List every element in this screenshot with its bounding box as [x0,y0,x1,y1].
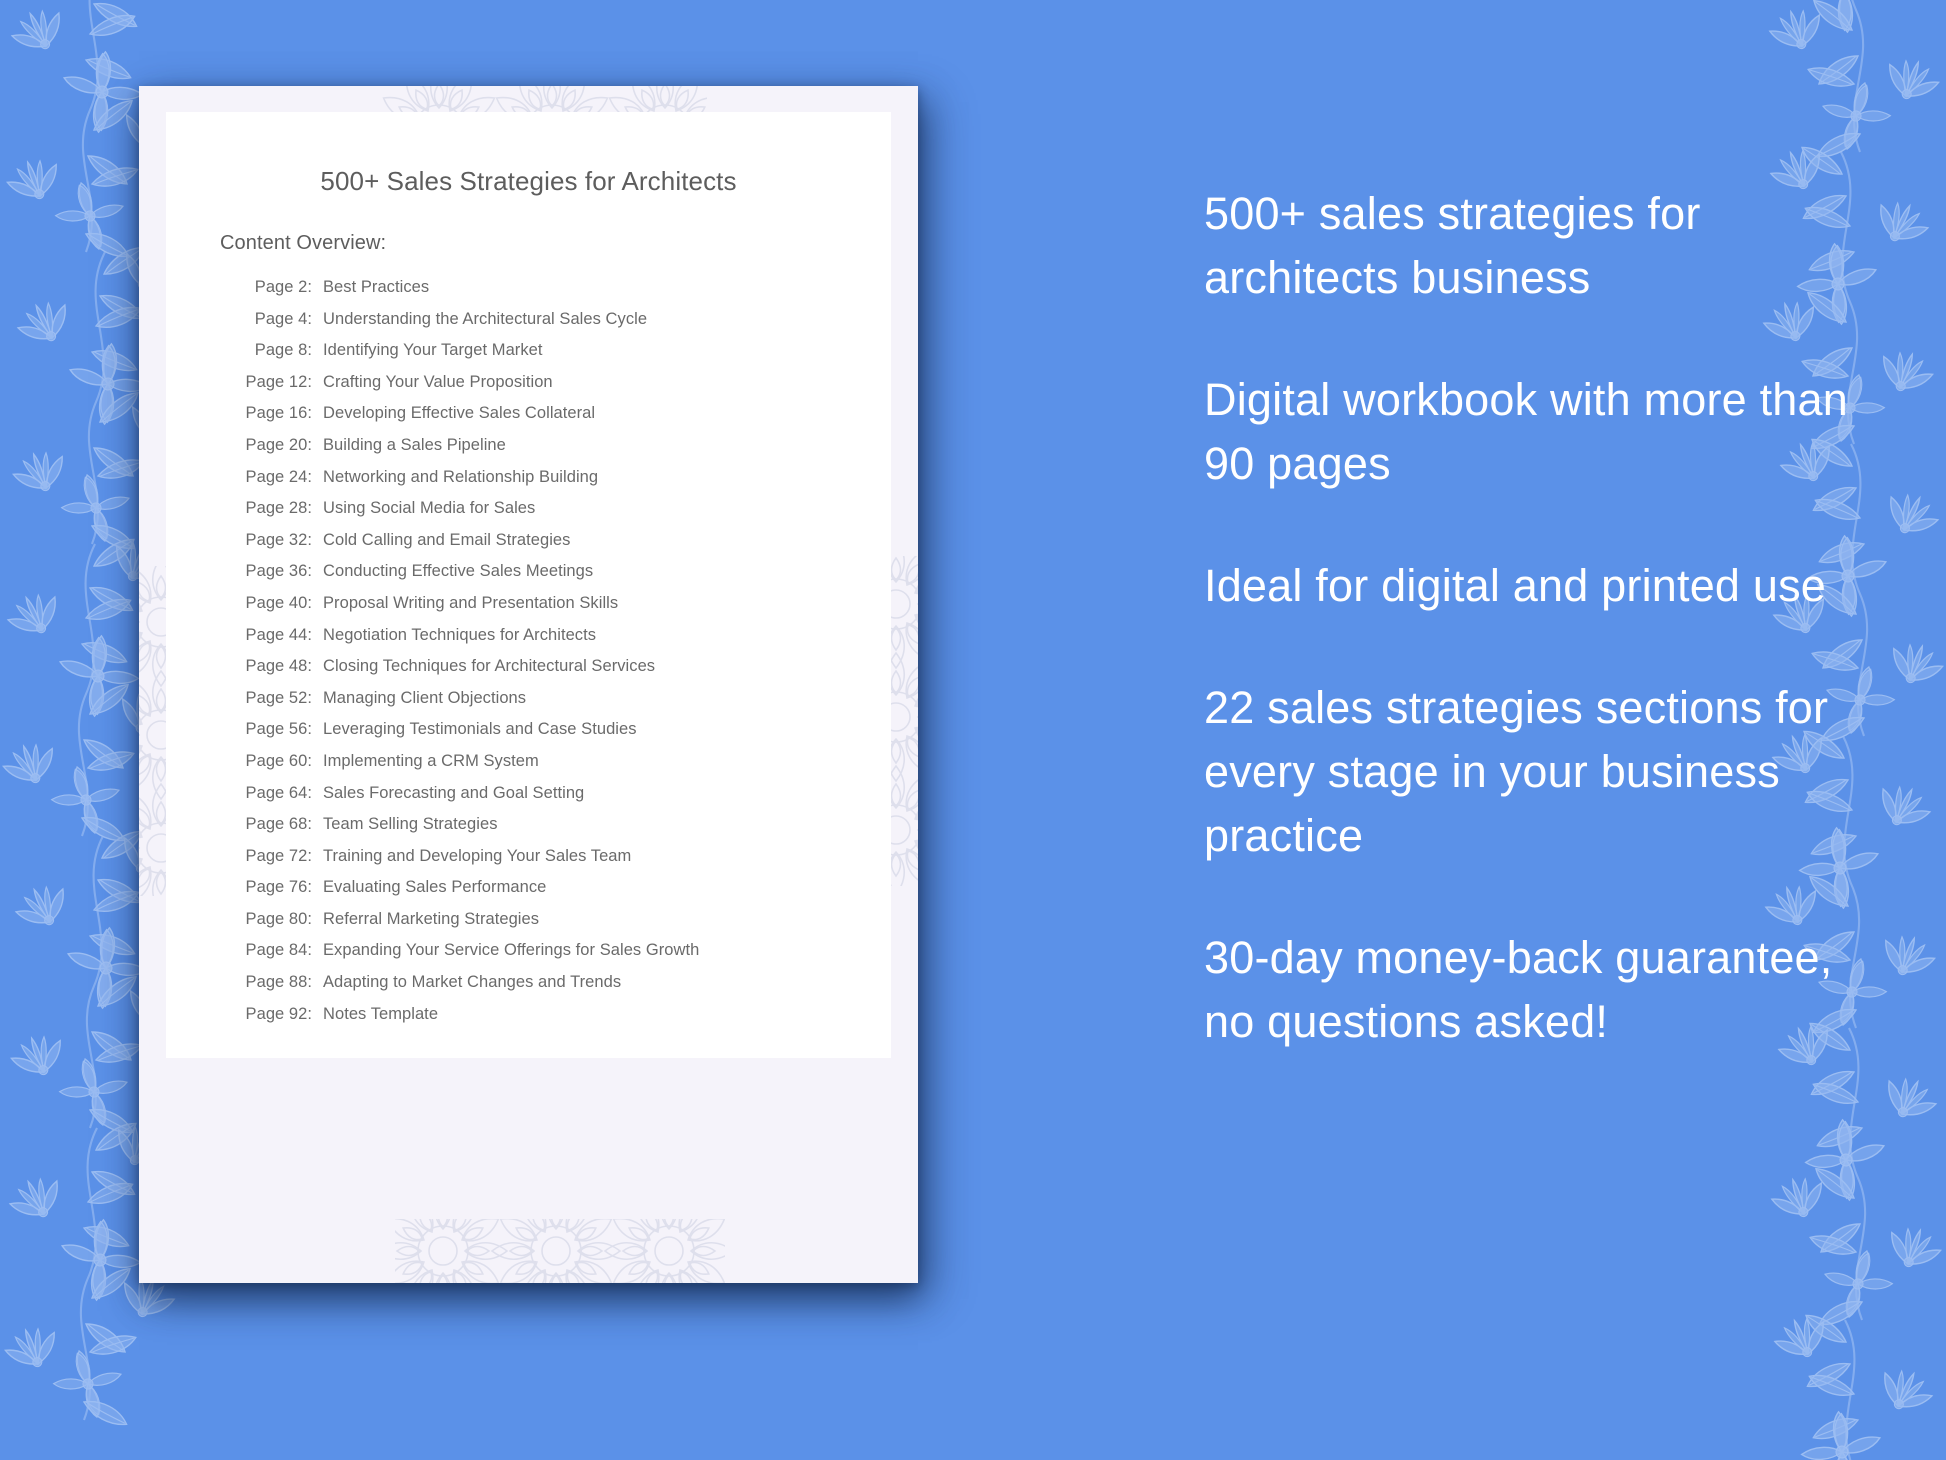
toc-entry-title: Cold Calling and Email Strategies [323,530,571,549]
toc-entry-page: Page 84: [245,941,312,960]
document-page: 500+ Sales Strategies for Architects Con… [166,112,891,1058]
toc-entry-title: Understanding the Architectural Sales Cy… [323,309,648,328]
toc-entry-title: Managing Client Objections [323,688,527,707]
toc-entry-title: Proposal Writing and Presentation Skills [323,593,619,612]
toc-entry-page: Page 88: [245,973,312,992]
toc-entry-title: Identifying Your Target Market [323,341,543,360]
toc-entry-page: Page 92: [245,1004,312,1023]
toc-entry-page: Page 16: [245,404,312,423]
promo-block: Ideal for digital and printed use [1204,560,1827,611]
toc-entry: Page 20: Building a Sales Pipeline [244,430,891,462]
toc-entry-page: Page 80: [245,909,312,928]
toc-entry: Page 92: Notes Template [244,999,891,1031]
toc-entry: Page 56: Leveraging Testimonials and Case… [244,714,891,746]
toc-entry-title: Developing Effective Sales Collateral [323,404,596,423]
toc-entry-title: Referral Marketing Strategies [323,909,540,928]
toc-entry-title: Team Selling Strategies [323,815,498,834]
toc-entry-page: Page 28: [245,499,312,518]
toc-entry: Page 36: Conducting Effective Sales Meeti… [244,556,891,588]
toc-entry: Page 40: Proposal Writing and Presentatio… [244,588,891,620]
toc-entry-title: Adapting to Market Changes and Trends [323,973,622,992]
toc-entry: Page 88: Adapting to Market Changes and T… [244,967,891,999]
toc-entry: Page 72: Training and Developing Your Sal… [244,841,891,873]
toc-entry-page: Page 56: [245,720,312,739]
toc-entry-title: Using Social Media for Sales [323,499,536,518]
toc-entry-page: Page 12: [245,372,312,391]
toc-entry-title: Negotiation Techniques for Architects [323,625,597,644]
toc-entry: Page 52: Managing Client Objections [244,683,891,715]
toc-entry-title: Conducting Effective Sales Meetings [323,562,594,581]
promo-block: 500+ sales strategies for architects bus… [1204,188,1701,303]
toc-entry-page: Page 2: [254,278,312,296]
toc-entry-page: Page 72: [245,846,312,865]
promo-text-column: 500+ sales strategies for architects bus… [1204,182,1864,1054]
toc-entry-title: Closing Techniques for Architectural Ser… [323,657,656,676]
toc-entry-title: Building a Sales Pipeline [323,435,506,454]
mandala-watermark-bottom [395,1219,725,1283]
toc-entry: Page 48: Closing Techniques for Architect… [244,651,891,683]
toc-entry-title: Crafting Your Value Proposition [323,372,553,391]
toc-entry-page: Page 48: [245,657,312,676]
toc-entry-title: Leveraging Testimonials and Case Studies [323,720,637,739]
toc-entry: Page 84: Expanding Your Service Offerings… [244,935,891,967]
toc-entry-page: Page 76: [245,878,312,897]
content-overview-label: Content Overview: [220,232,387,254]
toc-entry: Page 32: Cold Calling and Email Strategie… [244,525,891,557]
toc-entry-page: Page 20: [245,435,312,454]
toc-entry: Page 60: Implementing a CRM System [244,746,891,778]
toc-entry-page: Page 36: [245,562,312,581]
table-of-contents: Page 2: Best Practices Page 4: Understandin… [244,272,891,1030]
toc-entry: Page 80: Referral Marketing Strategies [244,904,891,936]
toc-entry: Page 24: Networking and Relationship Buil… [244,462,891,494]
toc-entry-title: Sales Forecasting and Goal Setting [323,783,585,802]
toc-entry-title: Best Practices [323,278,430,296]
toc-entry: Page 44: Negotiation Techniques for Archi… [244,620,891,652]
toc-entry-page: Page 64: [245,783,312,802]
toc-entry: Page 12: Crafting Your Value Proposition [244,367,891,399]
toc-entry-page: Page 8: [254,341,312,360]
toc-entry-title: Implementing a CRM System [323,751,539,770]
toc-entry: Page 68: Team Selling Strategies [244,809,891,841]
toc-entry-page: Page 24: [245,467,312,486]
toc-entry-title: Evaluating Sales Performance [323,878,547,897]
toc-entry-title: Training and Developing Your Sales Team [323,846,632,865]
toc-entry: Page 4: Understanding the Architectural S… [244,304,891,336]
promo-block: 22 sales strategies sections for every s… [1204,682,1829,861]
toc-entry-title: Networking and Relationship Building [323,467,599,486]
toc-entry-title: Notes Template [323,1004,439,1023]
promo-block: 30-day money-back guarantee, no question… [1204,932,1833,1047]
document-title: 500+ Sales Strategies for Architects [320,166,737,196]
toc-entry-page: Page 44: [245,625,312,644]
toc-entry-page: Page 60: [245,751,312,770]
toc-entry-title: Expanding Your Service Offerings for Sal… [323,941,700,960]
toc-entry-page: Page 68: [245,815,312,834]
toc-entry: Page 8: Identifying Your Target Market [244,335,891,367]
toc-entry-page: Page 40: [245,593,312,612]
toc-entry: Page 2: Best Practices [244,272,891,304]
toc-entry: Page 16: Developing Effective Sales Colla… [244,398,891,430]
toc-entry-page: Page 4: [254,309,312,328]
promo-block: Digital workbook with more than 90 pages [1204,374,1848,489]
document-preview-card: 500+ Sales Strategies for Architects Con… [139,86,918,1283]
toc-entry-page: Page 32: [245,530,312,549]
toc-entry: Page 64: Sales Forecasting and Goal Setti… [244,778,891,810]
toc-entry: Page 28: Using Social Media for Sales [244,493,891,525]
toc-entry: Page 76: Evaluating Sales Performance [244,872,891,904]
product-listing-image: 500+ Sales Strategies for Architects Con… [0,0,1946,1460]
toc-entry-page: Page 52: [245,688,312,707]
